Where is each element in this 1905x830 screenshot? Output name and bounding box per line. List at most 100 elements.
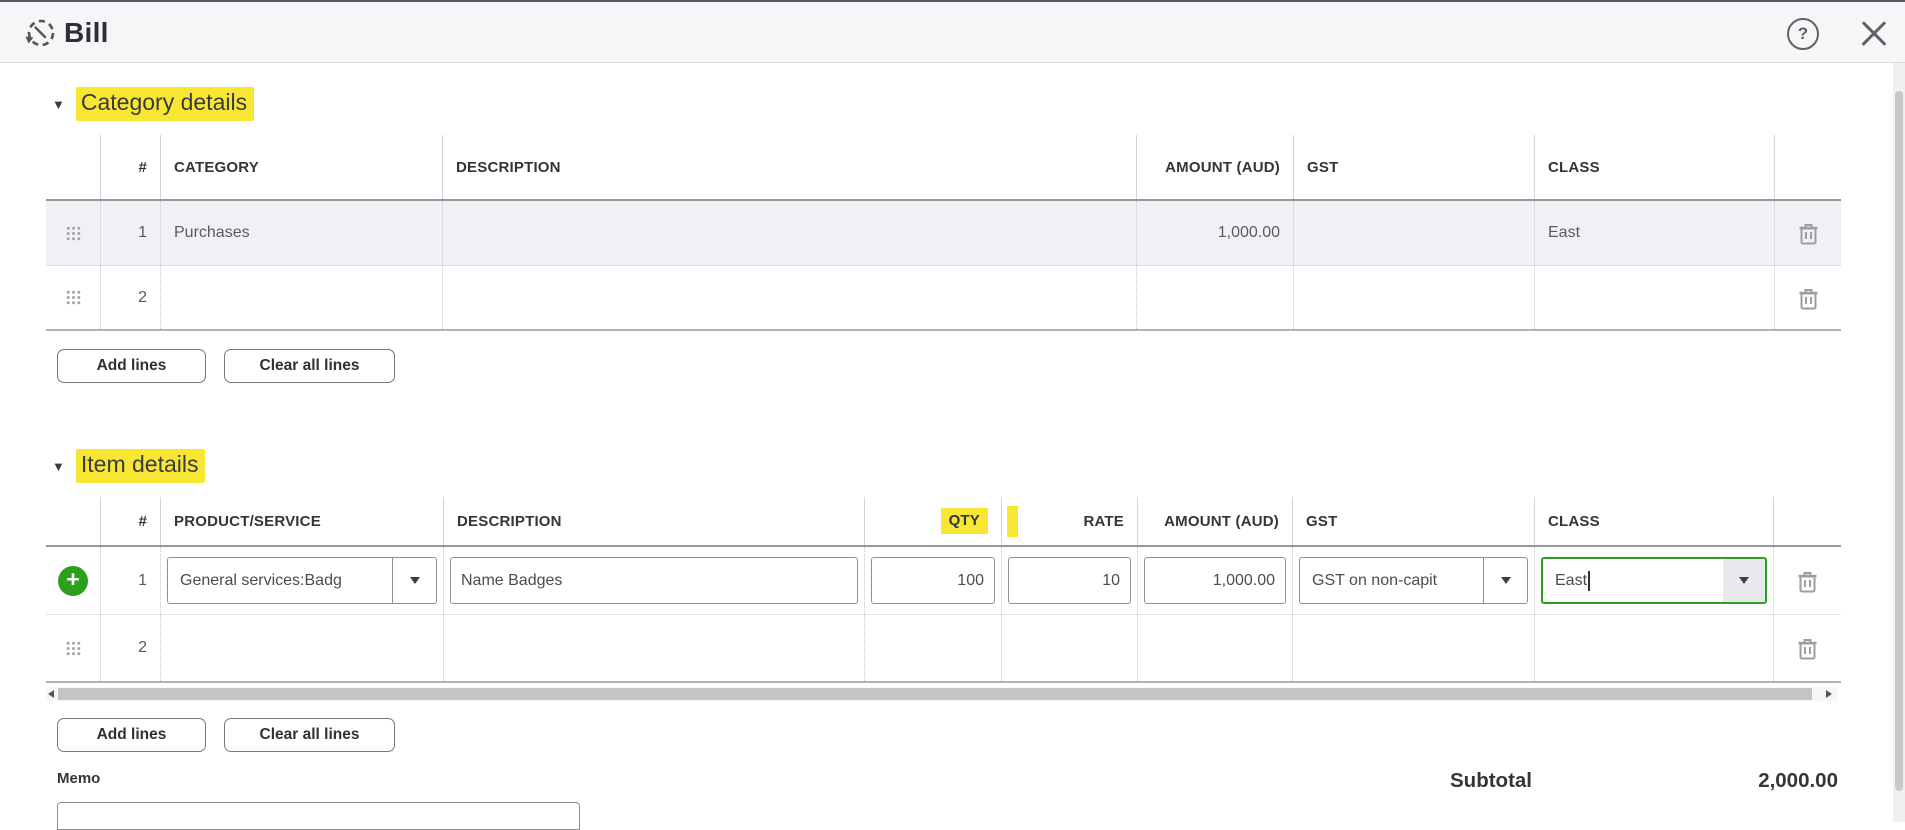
gst-cell[interactable]	[1293, 266, 1534, 329]
add-lines-button[interactable]: Add lines	[57, 349, 206, 383]
row-number: 1	[100, 547, 160, 614]
collapse-triangle-icon[interactable]: ▼	[52, 459, 65, 474]
qty-input[interactable]: 100	[871, 557, 995, 604]
description-cell: Name Badges	[443, 547, 864, 614]
memo-input[interactable]	[57, 802, 580, 830]
col-amount: AMOUNT (AUD)	[1136, 135, 1293, 199]
row-number: 1	[100, 201, 160, 265]
amount-cell[interactable]	[1137, 615, 1292, 681]
help-icon[interactable]: ?	[1787, 18, 1819, 50]
delete-row-icon[interactable]	[1774, 201, 1841, 265]
vertical-scrollbar-thumb[interactable]	[1895, 91, 1903, 791]
horizontal-scrollbar-thumb[interactable]	[58, 688, 1812, 700]
memo-label: Memo	[57, 770, 100, 787]
trash-column-header	[1774, 135, 1841, 199]
class-cell[interactable]	[1534, 615, 1773, 681]
description-cell[interactable]	[443, 615, 864, 681]
dropdown-arrow-icon[interactable]	[392, 558, 436, 603]
drag-handle-icon[interactable]	[46, 615, 100, 681]
subtotal-value: 2,000.00	[1758, 769, 1838, 793]
clear-all-lines-button[interactable]: Clear all lines	[224, 349, 395, 383]
drag-handle-icon[interactable]	[46, 201, 100, 265]
collapse-triangle-icon[interactable]: ▼	[52, 97, 65, 112]
gst-dropdown[interactable]: GST on non-capit	[1299, 557, 1528, 604]
scroll-right-icon[interactable]	[1826, 690, 1832, 698]
category-table: # CATEGORY DESCRIPTION AMOUNT (AUD) GST …	[46, 135, 1841, 331]
col-qty: QTY	[864, 497, 1001, 545]
delete-row-icon[interactable]	[1774, 266, 1841, 329]
item-details-header[interactable]: ▼ Item details	[52, 450, 205, 482]
col-rate: RATE	[1001, 497, 1137, 545]
item-buttons: Add lines Clear all lines	[57, 718, 395, 752]
category-table-header: # CATEGORY DESCRIPTION AMOUNT (AUD) GST …	[46, 135, 1841, 201]
drag-column-header	[46, 135, 100, 199]
product-service-cell: General services:Badg	[160, 547, 443, 614]
col-category: CATEGORY	[160, 135, 442, 199]
description-cell[interactable]	[442, 201, 1136, 265]
text-cursor	[1588, 571, 1590, 591]
class-value[interactable]: East	[1543, 559, 1723, 602]
subtotal-row: Subtotal 2,000.00	[1450, 769, 1838, 793]
col-description: DESCRIPTION	[442, 135, 1136, 199]
class-cell[interactable]: East	[1534, 201, 1774, 265]
class-cell: East	[1534, 547, 1773, 614]
col-amount: AMOUNT (AUD)	[1137, 497, 1292, 545]
add-row-cell: +	[46, 547, 100, 614]
category-cell[interactable]	[160, 266, 442, 329]
rate-cell: 10	[1001, 547, 1137, 614]
gst-cell: GST on non-capit	[1292, 547, 1534, 614]
product-service-value[interactable]: General services:Badg	[168, 558, 392, 603]
product-service-dropdown[interactable]: General services:Badg	[167, 557, 437, 604]
add-row-plus-icon[interactable]: +	[58, 566, 88, 596]
category-details-title: Category details	[76, 87, 254, 121]
qty-cell[interactable]	[864, 615, 1001, 681]
amount-input[interactable]: 1,000.00	[1144, 557, 1286, 604]
category-cell[interactable]: Purchases	[160, 201, 442, 265]
col-num: #	[100, 135, 160, 199]
description-cell[interactable]	[442, 266, 1136, 329]
trash-column-header	[1773, 497, 1841, 545]
item-details-title: Item details	[76, 449, 206, 483]
drag-handle-icon[interactable]	[46, 266, 100, 329]
category-details-header[interactable]: ▼ Category details	[52, 88, 254, 120]
delete-row-icon[interactable]	[1773, 547, 1841, 614]
category-buttons: Add lines Clear all lines	[57, 349, 395, 383]
horizontal-scrollbar[interactable]	[46, 687, 1838, 701]
drag-column-header	[46, 497, 100, 545]
col-gst: GST	[1292, 497, 1534, 545]
category-row-1[interactable]: 1 Purchases 1,000.00 East	[46, 201, 1841, 266]
item-row-1[interactable]: + 1 General services:Badg Name Badges 10…	[46, 547, 1841, 615]
bill-history-icon	[23, 16, 57, 52]
add-lines-button[interactable]: Add lines	[57, 718, 206, 752]
class-cell[interactable]	[1534, 266, 1774, 329]
close-icon[interactable]	[1857, 17, 1891, 51]
rate-cell[interactable]	[1001, 615, 1137, 681]
col-description: DESCRIPTION	[443, 497, 864, 545]
category-row-2[interactable]: 2	[46, 266, 1841, 331]
rate-input[interactable]: 10	[1008, 557, 1131, 604]
amount-cell[interactable]: 1,000.00	[1136, 201, 1293, 265]
description-input[interactable]: Name Badges	[450, 557, 858, 604]
vertical-scrollbar[interactable]	[1893, 63, 1905, 822]
scroll-left-icon[interactable]	[48, 690, 54, 698]
col-class: CLASS	[1534, 135, 1774, 199]
gst-value[interactable]: GST on non-capit	[1300, 558, 1483, 603]
product-service-cell[interactable]	[160, 615, 443, 681]
help-glyph: ?	[1798, 24, 1808, 44]
qty-cell: 100	[864, 547, 1001, 614]
col-class: CLASS	[1534, 497, 1773, 545]
class-dropdown-focused[interactable]: East	[1541, 557, 1767, 604]
col-gst: GST	[1293, 135, 1534, 199]
gst-cell[interactable]	[1292, 615, 1534, 681]
dropdown-arrow-icon[interactable]	[1483, 558, 1527, 603]
dropdown-arrow-icon[interactable]	[1723, 559, 1765, 602]
amount-cell: 1,000.00	[1137, 547, 1292, 614]
item-row-2[interactable]: 2	[46, 615, 1841, 683]
amount-cell[interactable]	[1136, 266, 1293, 329]
gst-cell[interactable]	[1293, 201, 1534, 265]
delete-row-icon[interactable]	[1773, 615, 1841, 681]
subtotal-label: Subtotal	[1450, 769, 1532, 793]
clear-all-lines-button[interactable]: Clear all lines	[224, 718, 395, 752]
row-number: 2	[100, 266, 160, 329]
qty-header-highlight: QTY	[941, 508, 988, 534]
